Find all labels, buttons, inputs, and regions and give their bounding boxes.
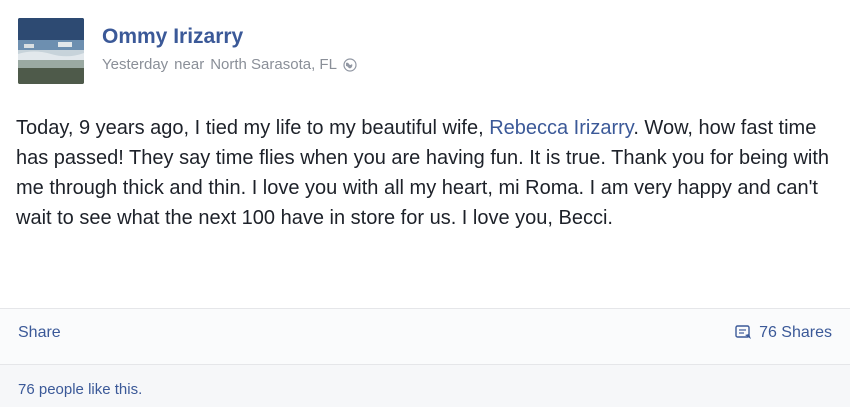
post-location[interactable]: North Sarasota, FL xyxy=(210,56,337,73)
facebook-post: Ommy Irizarry Yesterday near North Saras… xyxy=(0,0,850,407)
actions-top-divider xyxy=(0,308,850,309)
header-text: Ommy Irizarry Yesterday near North Saras… xyxy=(102,24,357,73)
post-text-part-1: Today, 9 years ago, I tied my life to my… xyxy=(16,117,490,139)
author-name[interactable]: Ommy Irizarry xyxy=(102,24,357,50)
post-actions: Share 76 Shares xyxy=(18,320,832,346)
likes-top-divider xyxy=(0,364,850,365)
post-body: Today, 9 years ago, I tied my life to my… xyxy=(16,113,836,233)
avatar[interactable] xyxy=(18,18,84,84)
globe-icon[interactable] xyxy=(343,57,357,72)
post-header: Ommy Irizarry Yesterday near North Saras… xyxy=(18,18,357,84)
post-meta: Yesterday near North Sarasota, FL xyxy=(102,56,357,73)
location-prefix: near xyxy=(174,56,205,73)
shares-count-link[interactable]: 76 Shares xyxy=(735,324,832,342)
share-button[interactable]: Share xyxy=(18,324,61,342)
post-timestamp[interactable]: Yesterday xyxy=(102,56,168,73)
likes-summary[interactable]: 76 people like this. xyxy=(18,381,142,398)
avatar-image xyxy=(18,18,84,84)
mention-link[interactable]: Rebecca Irizarry xyxy=(489,117,633,139)
share-count-icon xyxy=(735,325,753,341)
shares-count-label: 76 Shares xyxy=(759,324,832,341)
